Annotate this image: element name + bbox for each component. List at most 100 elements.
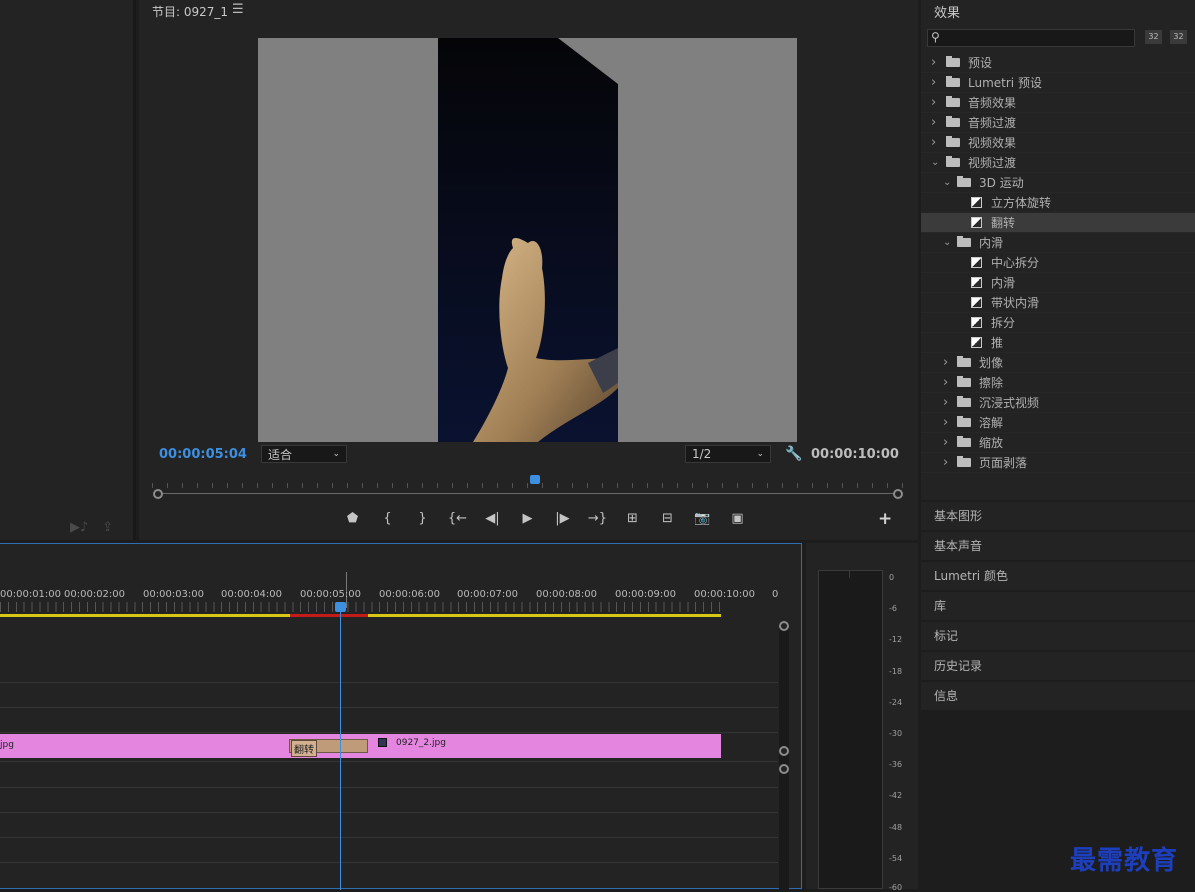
effect-tree-label: 推 [991,336,1004,350]
zoom-scrollbar[interactable] [158,493,898,494]
effect-tree-label: 视频过渡 [968,156,1017,170]
ruler-label: 00:00:02:00 [64,589,126,600]
export-icon[interactable]: ⇪ [102,520,113,535]
panel-history[interactable]: 历史记录 [921,652,1195,680]
effect-folder[interactable]: › 视频效果 [921,133,1195,153]
chevron-right-icon[interactable]: › [943,353,948,373]
panel-essential-graphics[interactable]: 基本图形 [921,502,1195,530]
effect-item[interactable]: 立方体旋转 [921,193,1195,213]
audio-meter [818,570,883,889]
effect-folder[interactable]: ⌄ 3D 运动 [921,173,1195,193]
play-icon[interactable]: ▶ [510,509,545,529]
chevron-down-icon[interactable]: ⌄ [931,153,939,173]
transition-effect-icon [971,257,982,268]
track-divider [0,732,778,733]
marker-icon[interactable]: ⬟ [335,509,370,529]
ruler-label: 00:00:09:00 [615,589,677,600]
effect-folder[interactable]: › 沉浸式视频 [921,393,1195,413]
timeline-playhead[interactable] [335,602,346,612]
chevron-right-icon[interactable]: › [943,393,948,413]
effects-title[interactable]: 效果 [934,2,960,21]
chevron-right-icon[interactable]: › [931,73,936,93]
effect-folder[interactable]: › 预设 [921,53,1195,73]
accelerated-effects-icon[interactable]: 32 [1145,30,1162,44]
go-to-in-icon[interactable]: {← [440,509,475,529]
button-editor-add-icon[interactable]: + [878,509,892,529]
panel-libraries[interactable]: 库 [921,592,1195,620]
go-to-out-icon[interactable]: →} [580,509,615,529]
effect-item[interactable]: 中心拆分 [921,253,1195,273]
effect-item[interactable]: 拆分 [921,313,1195,333]
clip2-label: 0927_2.jpg [396,738,446,748]
effect-folder[interactable]: ⌄ 视频过渡 [921,153,1195,173]
scroll-knob[interactable] [779,621,789,631]
ruler-label: 00:00:08:00 [536,589,598,600]
chevron-down-icon[interactable]: ⌄ [943,173,951,193]
monitor-playhead[interactable] [530,475,540,484]
effect-folder[interactable]: › 页面剥落 [921,453,1195,473]
effect-item[interactable]: 带状内滑 [921,293,1195,313]
32bit-effects-icon[interactable]: 32 [1170,30,1187,44]
effect-folder[interactable]: › 音频过渡 [921,113,1195,133]
chevron-right-icon[interactable]: › [943,413,948,433]
step-forward-icon[interactable]: |▶ [545,509,580,529]
chevron-right-icon[interactable]: › [943,433,948,453]
panel-markers[interactable]: 标记 [921,622,1195,650]
effect-folder[interactable]: › 溶解 [921,413,1195,433]
panel-essential-sound[interactable]: 基本声音 [921,532,1195,560]
scroll-knob[interactable] [779,746,789,756]
transition-effect-icon [971,197,982,208]
scroll-knob[interactable] [779,764,789,774]
effect-folder[interactable]: › 划像 [921,353,1195,373]
chevron-right-icon[interactable]: › [931,133,936,153]
folder-icon [946,136,960,147]
transition-effect-icon [971,277,982,288]
chevron-right-icon[interactable]: › [943,373,948,393]
wrench-icon[interactable]: 🔧 [785,446,802,462]
timeline-playhead-line[interactable] [340,606,341,890]
insert-icon[interactable]: ▶♪ [70,520,88,535]
scrollbar-start-handle[interactable] [153,489,163,499]
chevron-right-icon[interactable]: › [931,53,936,73]
chevron-right-icon[interactable]: › [943,453,948,473]
export-frame-icon[interactable]: 📷 [685,509,720,529]
effect-folder[interactable]: › 擦除 [921,373,1195,393]
step-back-icon[interactable]: ◀| [475,509,510,529]
effects-search-input[interactable]: ⚲ [927,29,1135,47]
lift-icon[interactable]: ⊞ [615,509,650,529]
effect-folder[interactable]: ⌄ 内滑 [921,233,1195,253]
meter-divider [849,570,850,578]
effect-tree-label: 沉浸式视频 [979,396,1040,410]
chevron-right-icon[interactable]: › [931,113,936,133]
current-timecode[interactable]: 00:00:05:04 [159,447,247,462]
video-preview [258,38,797,442]
meter-label: -42 [889,791,903,800]
panel-menu-icon[interactable]: ☰ [232,2,244,17]
effect-folder[interactable]: › Lumetri 预设 [921,73,1195,93]
panel-info[interactable]: 信息 [921,682,1195,710]
folder-icon [957,356,971,367]
effect-folder[interactable]: › 缩放 [921,433,1195,453]
chevron-down-icon[interactable]: ⌄ [943,233,951,253]
effect-item[interactable]: 翻转 [921,213,1195,233]
extract-icon[interactable]: ⊟ [650,509,685,529]
effect-item[interactable]: 推 [921,333,1195,353]
mark-out-icon[interactable]: } [405,509,440,529]
zoom-select[interactable]: 适合 ⌄ [261,445,347,463]
effect-item[interactable]: 内滑 [921,273,1195,293]
search-icon: ⚲ [931,30,940,44]
scrollbar-end-handle[interactable] [893,489,903,499]
track-divider [0,707,778,708]
compare-icon[interactable]: ▣ [720,509,755,529]
timeline-ruler[interactable]: 00:00:01:00 00:00:02:00 00:00:03:00 00:0… [0,589,780,603]
effect-folder[interactable]: › 音频效果 [921,93,1195,113]
mark-in-icon[interactable]: { [370,509,405,529]
program-title[interactable]: 节目: 0927_1 [152,3,228,20]
chevron-right-icon[interactable]: › [931,93,936,113]
folder-icon [957,236,971,247]
panel-lumetri-color[interactable]: Lumetri 颜色 [921,562,1195,590]
resolution-select[interactable]: 1/2 ⌄ [685,445,771,463]
folder-icon [957,416,971,427]
timeline-vertical-scrollbar[interactable] [779,624,789,890]
effect-tree-label: Lumetri 预设 [968,76,1042,90]
